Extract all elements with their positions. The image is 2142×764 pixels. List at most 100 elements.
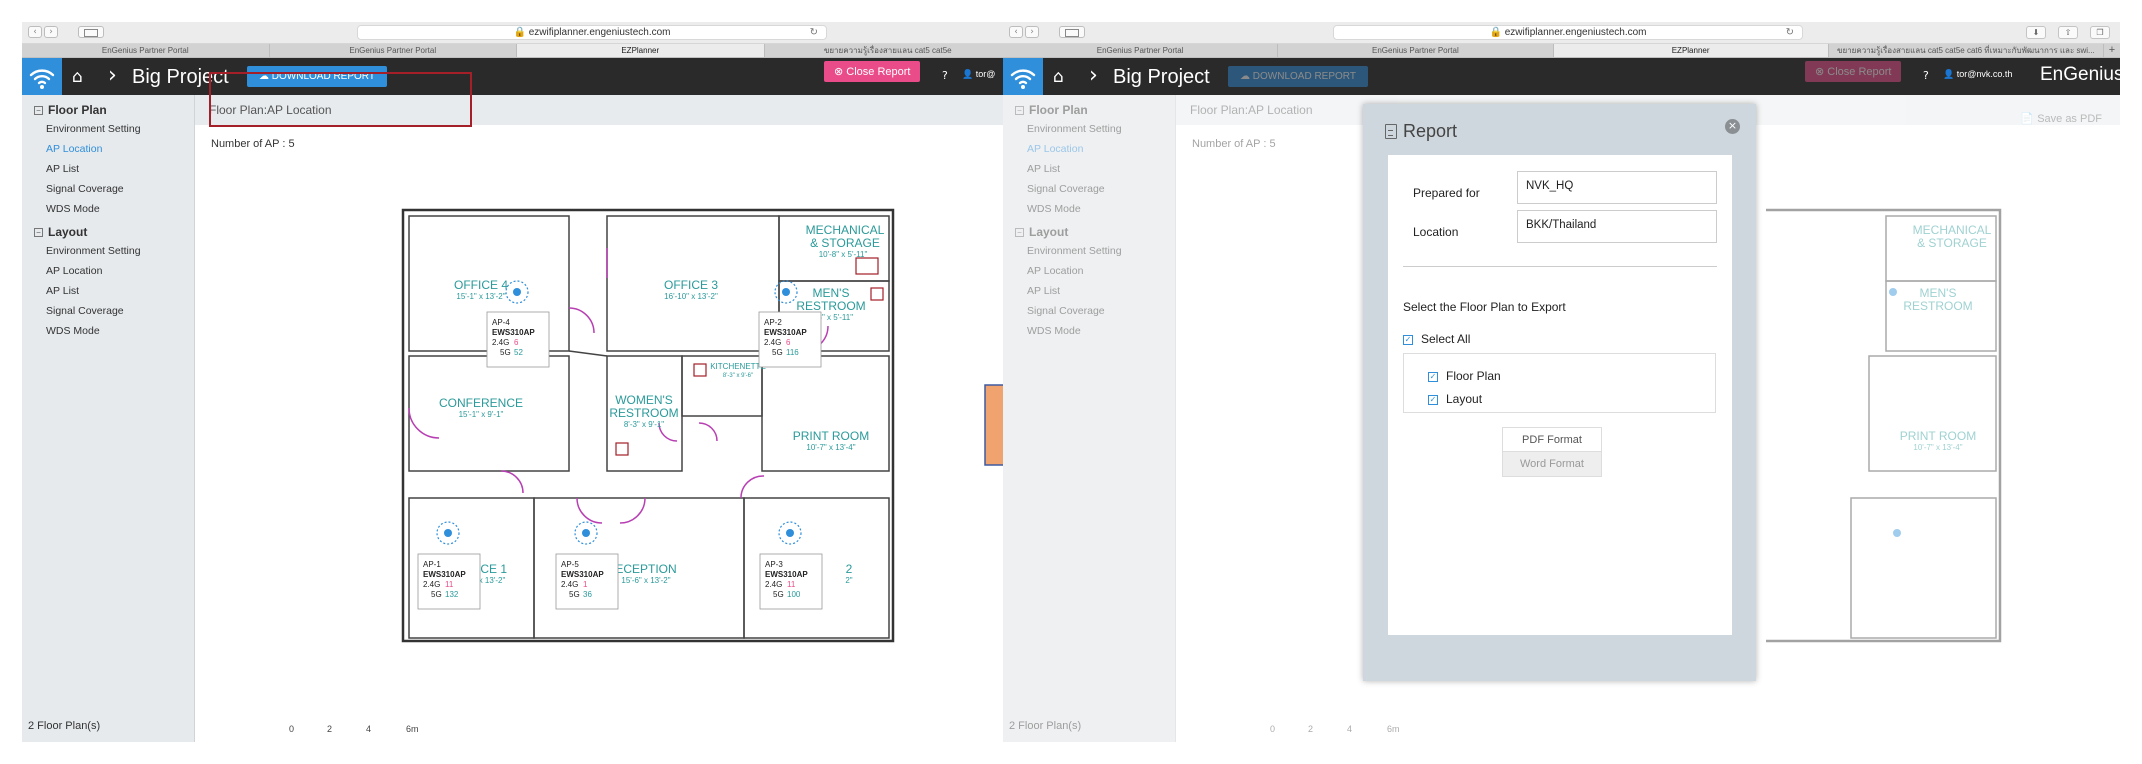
- layout-section[interactable]: − Layout: [1015, 225, 1175, 239]
- tab-partner-portal-1[interactable]: EnGenius Partner Portal: [22, 44, 270, 57]
- pdf-format-option[interactable]: PDF Format: [1502, 427, 1602, 452]
- floor-plan-heading: Floor Plan: [48, 103, 107, 117]
- ap-5g-channel: 52: [514, 348, 523, 357]
- sidebar-item-layout-wds-mode[interactable]: WDS Mode: [1027, 325, 1175, 339]
- download-report-button[interactable]: ☁ DOWNLOAD REPORT: [1228, 66, 1368, 87]
- close-report-button[interactable]: ⊗ Close Report: [824, 61, 921, 82]
- back-icon[interactable]: ‹: [28, 26, 42, 38]
- reload-icon[interactable]: ↻: [1786, 26, 1794, 39]
- user-menu[interactable]: 👤 tor@: [962, 69, 995, 80]
- ap-marker-5[interactable]: [574, 521, 598, 545]
- tab-ezplanner[interactable]: EZPlanner: [1553, 44, 1829, 57]
- floor-plan-drawing: MECHANICAL & STORAGE 10'-8" x 5'-11" MEN…: [401, 208, 895, 643]
- sidebar-item-layout-environment-setting[interactable]: Environment Setting: [1027, 245, 1175, 259]
- select-floor-plan-label: Select the Floor Plan to Export: [1403, 300, 1566, 314]
- save-as-pdf-button[interactable]: 📄 Save as PDF: [2020, 104, 2102, 134]
- forward-icon[interactable]: ›: [44, 26, 58, 38]
- ap-24g-label: 2.4G: [561, 580, 578, 589]
- collapse-icon[interactable]: −: [1015, 105, 1024, 115]
- ap-marker-3[interactable]: [1893, 529, 1901, 537]
- floor-plan-count: 2 Floor Plan(s): [28, 720, 101, 732]
- sidebar-item-layout-signal-coverage[interactable]: Signal Coverage: [46, 305, 194, 319]
- sidebar-item-layout-ap-list[interactable]: AP List: [1027, 285, 1175, 299]
- sidebar-toggle-icon[interactable]: [78, 26, 104, 38]
- checkbox-checked-icon[interactable]: ✓: [1428, 394, 1438, 405]
- share-icon[interactable]: ⇧: [2058, 26, 2078, 39]
- wifi-logo-icon[interactable]: [22, 58, 62, 95]
- ap-marker-1[interactable]: [436, 521, 460, 545]
- browser-toolbar: ‹ › 🔒 ezwifiplanner.engeniustech.com ↻ ⬇ …: [1003, 22, 2120, 44]
- user-menu[interactable]: 👤 tor@nvk.co.th: [1943, 69, 2012, 80]
- forward-icon[interactable]: ›: [1025, 26, 1039, 38]
- sidebar-item-wds-mode[interactable]: WDS Mode: [1027, 203, 1175, 217]
- tab-partner-portal-2[interactable]: EnGenius Partner Portal: [270, 44, 517, 57]
- sidebar-item-signal-coverage[interactable]: Signal Coverage: [46, 183, 194, 197]
- tab-partner-portal-2[interactable]: EnGenius Partner Portal: [1278, 44, 1554, 57]
- checkbox-checked-icon[interactable]: ✓: [1403, 334, 1413, 345]
- wifi-logo-icon[interactable]: [1003, 58, 1043, 95]
- tab-ezplanner[interactable]: EZPlanner: [517, 44, 765, 57]
- ap-card-5[interactable]: AP-5 EWS310AP 2.4G 1 5G 36: [555, 553, 619, 610]
- sidebar-item-ap-list[interactable]: AP List: [1027, 163, 1175, 177]
- sidebar-item-ap-location[interactable]: AP Location: [1027, 143, 1175, 157]
- room-office4: OFFICE 4: [454, 278, 508, 292]
- select-all-checkbox[interactable]: ✓ Select All: [1403, 332, 1470, 346]
- collapse-icon[interactable]: −: [34, 105, 43, 115]
- floor-plan-checkbox[interactable]: ✓ Floor Plan: [1428, 369, 1501, 383]
- download-icon[interactable]: ⬇: [2026, 26, 2046, 39]
- report-modal-title: Report: [1385, 121, 1457, 142]
- reload-icon[interactable]: ↻: [810, 26, 818, 39]
- help-icon[interactable]: ?: [942, 69, 948, 82]
- back-icon[interactable]: ‹: [1009, 26, 1023, 38]
- close-icon[interactable]: ×: [1725, 119, 1740, 134]
- floor-plan-section[interactable]: − Floor Plan: [34, 103, 194, 117]
- ap-card-4[interactable]: AP-4 EWS310AP 2.4G 6 5G 52: [486, 311, 550, 368]
- new-tab-icon[interactable]: +: [2104, 44, 2120, 57]
- home-icon[interactable]: ⌂: [1053, 67, 1064, 87]
- floor-plan-section[interactable]: − Floor Plan: [1015, 103, 1175, 117]
- sidebar-item-layout-signal-coverage[interactable]: Signal Coverage: [1027, 305, 1175, 319]
- ap-24g-label: 2.4G: [764, 338, 781, 347]
- tab-thai-article[interactable]: ขยายความรู้เรื่องสายแลน cat5 cat5e cat6 …: [1829, 44, 2104, 57]
- checkbox-checked-icon[interactable]: ✓: [1428, 371, 1438, 382]
- sidebar-item-layout-wds-mode[interactable]: WDS Mode: [46, 325, 194, 339]
- sidebar-item-layout-ap-location[interactable]: AP Location: [46, 265, 194, 279]
- layout-checkbox[interactable]: ✓ Layout: [1428, 392, 1482, 406]
- room-office4-dim: 15'-1" x 13'-2": [456, 292, 505, 301]
- sidebar-item-layout-ap-location[interactable]: AP Location: [1027, 265, 1175, 279]
- ap-marker-2[interactable]: [1889, 288, 1897, 296]
- sidebar-item-layout-environment-setting[interactable]: Environment Setting: [46, 245, 194, 259]
- ap-card-1[interactable]: AP-1 EWS310AP 2.4G 11 5G 132: [417, 553, 481, 610]
- sidebar-item-layout-ap-list[interactable]: AP List: [46, 285, 194, 299]
- tabs-overview-icon[interactable]: ❐: [2090, 26, 2110, 39]
- layout-section[interactable]: − Layout: [34, 225, 194, 239]
- ap-marker-3[interactable]: [778, 521, 802, 545]
- sidebar-item-environment-setting[interactable]: Environment Setting: [1027, 123, 1175, 137]
- room-office3-dim: 16'-10" x 13'-2": [664, 292, 718, 301]
- ap-24g-label: 2.4G: [492, 338, 509, 347]
- url-bar[interactable]: 🔒 ezwifiplanner.engeniustech.com ↻: [357, 25, 827, 40]
- sidebar-item-ap-location[interactable]: AP Location: [46, 143, 194, 157]
- location-input[interactable]: BKK/Thailand: [1517, 210, 1717, 243]
- room-print-dim: 10'-7" x 13'-4": [806, 443, 855, 452]
- collapse-icon[interactable]: −: [1015, 227, 1024, 237]
- sidebar-toggle-icon[interactable]: [1059, 26, 1085, 38]
- ap-card-3[interactable]: AP-3 EWS310AP 2.4G 11 5G 100: [759, 553, 823, 610]
- ap-marker-4[interactable]: [505, 280, 529, 304]
- prepared-for-input[interactable]: NVK_HQ: [1517, 171, 1717, 204]
- url-bar[interactable]: 🔒 ezwifiplanner.engeniustech.com ↻: [1333, 25, 1803, 40]
- close-report-button[interactable]: ⊗ Close Report: [1805, 61, 1902, 82]
- sidebar-item-environment-setting[interactable]: Environment Setting: [46, 123, 194, 137]
- tab-partner-portal-1[interactable]: EnGenius Partner Portal: [1003, 44, 1279, 57]
- help-icon[interactable]: ?: [1923, 69, 1929, 82]
- collapse-icon[interactable]: −: [34, 227, 43, 237]
- ap-card-2[interactable]: AP-2 EWS310AP 2.4G 6 5G 116: [758, 311, 822, 368]
- sidebar-item-wds-mode[interactable]: WDS Mode: [46, 203, 194, 217]
- room-mens: MEN'S: [813, 286, 850, 300]
- home-icon[interactable]: ⌂: [72, 67, 83, 87]
- room-office2-dim: 2": [845, 576, 852, 585]
- word-format-option[interactable]: Word Format: [1502, 452, 1602, 477]
- sidebar-item-signal-coverage[interactable]: Signal Coverage: [1027, 183, 1175, 197]
- tab-thai-article[interactable]: ขยายความรู้เรื่องสายแลน cat5 cat5e: [765, 44, 1012, 57]
- sidebar-item-ap-list[interactable]: AP List: [46, 163, 194, 177]
